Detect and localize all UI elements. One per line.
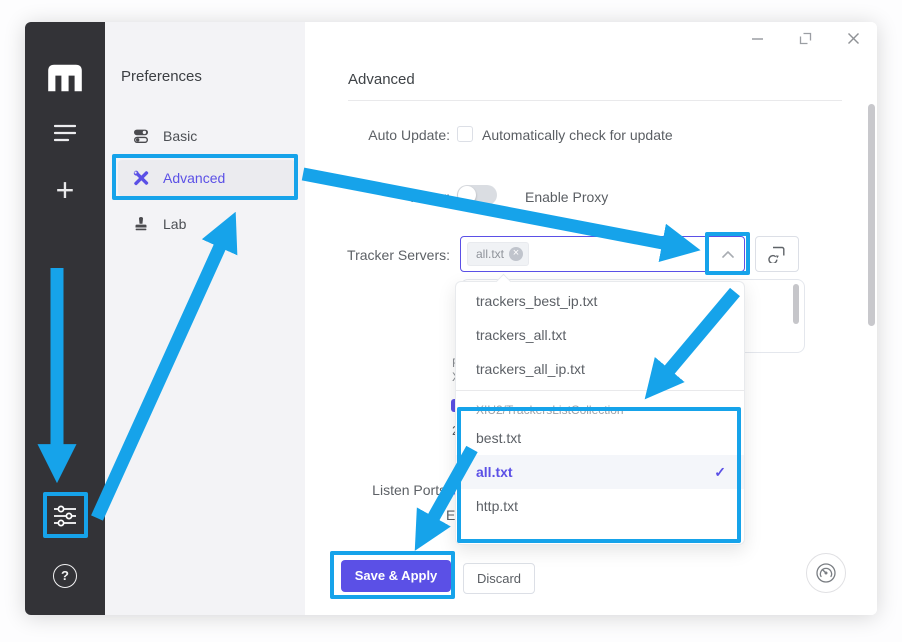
page-title: Advanced (348, 71, 415, 88)
selected-tag-label: all.txt (476, 247, 504, 261)
nav-item-label: Lab (163, 216, 186, 232)
main-scrollbar[interactable] (868, 104, 875, 326)
stamp-icon (133, 216, 149, 232)
minimize-button[interactable] (747, 28, 767, 48)
auto-update-checkbox[interactable] (457, 126, 473, 142)
nav-item-basic[interactable]: Basic (118, 118, 295, 154)
app-sidebar: + ? (25, 22, 105, 615)
tag-close-icon[interactable]: × (509, 247, 523, 261)
chevron-up-icon[interactable] (720, 247, 736, 263)
proxy-toggle[interactable] (457, 185, 497, 205)
preferences-panel: Preferences Basic Advanced (105, 22, 305, 615)
nav-item-lab[interactable]: Lab (118, 206, 295, 242)
proxy-toggle-label: Enable Proxy (525, 189, 608, 205)
close-button[interactable] (843, 28, 863, 48)
maximize-button[interactable] (795, 28, 815, 48)
dropdown-item[interactable]: trackers_all_ip.txt (456, 352, 744, 386)
textarea-scrollbar[interactable] (793, 284, 799, 324)
check-icon: ✓ (714, 455, 726, 489)
sync-trackers-button[interactable] (755, 236, 799, 272)
nav-item-label: Basic (163, 128, 197, 144)
obscured-text: E (446, 507, 455, 523)
dropdown-item[interactable]: best.txt (456, 421, 744, 455)
dropdown-item-selected[interactable]: all.txt ✓ (456, 455, 744, 489)
preferences-sliders-icon[interactable] (52, 503, 78, 529)
dropdown-item[interactable]: trackers_best_ip.txt (456, 284, 744, 318)
toggles-icon (133, 128, 149, 144)
motrix-logo-icon (47, 62, 83, 94)
tools-icon (133, 170, 149, 186)
auto-update-checkbox-label: Automatically check for update (482, 127, 673, 143)
dropdown-group-label: XIU2/TrackersListCollection (456, 391, 744, 421)
dropdown-item[interactable]: http.txt (456, 489, 744, 523)
add-task-button[interactable]: + (25, 172, 105, 212)
listen-ports-label: Listen Ports: (313, 482, 450, 498)
toggle-knob (458, 186, 476, 204)
tracker-dropdown: trackers_best_ip.txt trackers_all.txt tr… (455, 281, 745, 545)
nav-item-advanced[interactable]: Advanced (118, 160, 295, 196)
title-divider (348, 100, 842, 101)
auto-update-label: Auto Update: (313, 127, 450, 143)
speed-limit-button[interactable] (806, 553, 846, 593)
selected-tag: all.txt × (467, 242, 529, 266)
tracker-servers-select[interactable]: all.txt × (460, 236, 745, 272)
dropdown-item[interactable]: trackers_all.txt (456, 318, 744, 352)
discard-button[interactable]: Discard (463, 563, 535, 594)
help-icon[interactable]: ? (53, 564, 77, 588)
nav-item-label: Advanced (163, 170, 225, 186)
proxy-label: Proxy: (313, 189, 450, 205)
app-window: + ? Preferences Basic (25, 22, 877, 615)
dropdown-item-label: all.txt (476, 464, 513, 480)
preferences-title: Preferences (121, 68, 202, 85)
save-apply-button[interactable]: Save & Apply (341, 560, 451, 592)
tracker-servers-label: Tracker Servers: (313, 247, 450, 263)
task-list-icon[interactable] (54, 124, 76, 142)
